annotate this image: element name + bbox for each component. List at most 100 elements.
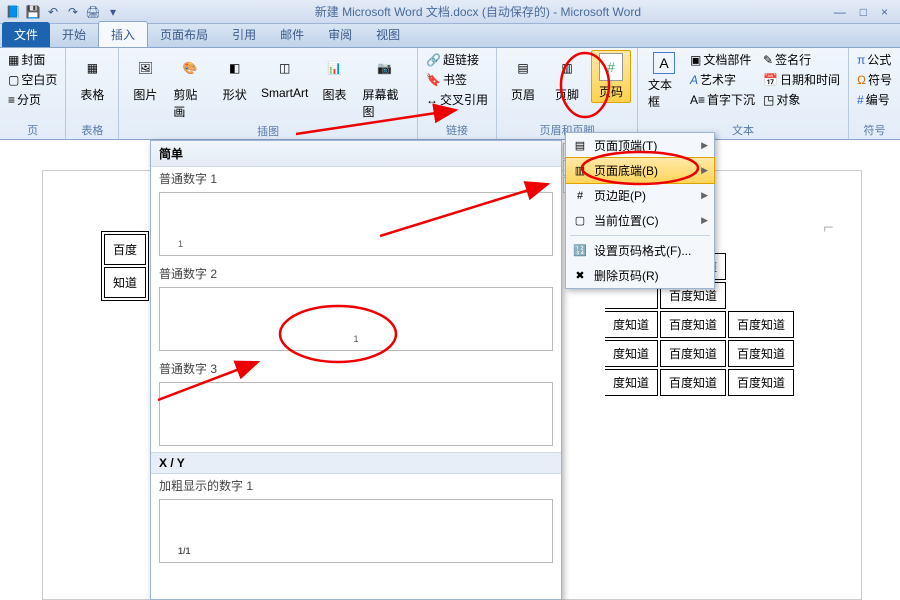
cell[interactable]: 百度知道	[728, 311, 794, 338]
submenu-arrow-icon: ▶	[701, 190, 708, 201]
tab-home[interactable]: 开始	[50, 22, 98, 47]
blank-page-button[interactable]: ▢空白页	[6, 70, 59, 89]
gallery-item-plain3[interactable]	[159, 382, 553, 446]
textbox-button[interactable]: A文本框	[644, 50, 684, 112]
gallery-item-bold1[interactable]: 1/1	[159, 499, 553, 563]
close-button[interactable]: ×	[881, 5, 888, 19]
shapes-icon: ◧	[219, 52, 251, 84]
page-number-gallery: ▲ ▼ ≡ 简单 普通数字 1 1 普通数字 2 1 普通数字 3 X / Y …	[150, 140, 562, 600]
tab-file[interactable]: 文件	[2, 22, 50, 47]
signature-button[interactable]: ✎签名行	[761, 50, 842, 69]
textbox-icon: A	[653, 52, 675, 74]
cell[interactable]: 百度知道	[660, 311, 726, 338]
cell[interactable]: 百度知道	[728, 340, 794, 367]
signature-icon: ✎	[763, 53, 773, 67]
ribbon-tabs: 文件 开始 插入 页面布局 引用 邮件 审阅 视图	[0, 24, 900, 48]
page-break-button[interactable]: ≡分页	[6, 90, 59, 109]
group-illustrations: 🖼图片 🎨剪贴画 ◧形状 ◫SmartArt 📊图表 📷屏幕截图 插图	[119, 48, 418, 139]
crossref-button[interactable]: ↔交叉引用	[424, 90, 490, 109]
cell[interactable]: 度知道	[605, 311, 658, 338]
picture-button[interactable]: 🖼图片	[125, 50, 165, 105]
cell[interactable]: 度知道	[605, 340, 658, 367]
tab-review[interactable]: 审阅	[316, 22, 364, 47]
gallery-section-xy: X / Y	[151, 452, 561, 474]
symbol-button[interactable]: Ω符号	[855, 70, 894, 89]
remove-icon: ✖	[572, 268, 588, 284]
undo-icon[interactable]: ↶	[44, 3, 62, 21]
clipart-button[interactable]: 🎨剪贴画	[169, 50, 210, 122]
smartart-button[interactable]: ◫SmartArt	[259, 50, 311, 102]
tab-references[interactable]: 引用	[220, 22, 268, 47]
screenshot-button[interactable]: 📷屏幕截图	[359, 50, 411, 122]
position-icon: ▢	[572, 213, 588, 229]
menu-current-position[interactable]: ▢当前位置(C)▶	[566, 208, 714, 233]
save-icon[interactable]: 💾	[24, 3, 42, 21]
menu-page-margins[interactable]: #页边距(P)▶	[566, 183, 714, 208]
datetime-button[interactable]: 📅日期和时间	[761, 70, 842, 89]
tab-layout[interactable]: 页面布局	[148, 22, 220, 47]
bookmark-button[interactable]: 🔖书签	[424, 70, 490, 89]
menu-top-of-page[interactable]: ▤页面顶端(T)▶	[566, 133, 714, 158]
doc-table-left[interactable]: 百度 知道	[101, 231, 149, 301]
calendar-icon: 📅	[763, 73, 778, 87]
word-icon: 📘	[4, 3, 22, 21]
object-button[interactable]: ◳对象	[761, 90, 842, 109]
gallery-item-plain1[interactable]: 1	[159, 192, 553, 256]
footer-icon: ▥	[551, 52, 583, 84]
pi-icon: π	[857, 53, 865, 67]
footer-button[interactable]: ▥页脚	[547, 50, 587, 105]
gallery-section-simple: 简单	[151, 141, 561, 167]
clipart-icon: 🎨	[174, 52, 206, 84]
number-button[interactable]: #编号	[855, 90, 894, 109]
minimize-button[interactable]: —	[834, 5, 846, 19]
cell[interactable]: 度知道	[605, 369, 658, 396]
submenu-arrow-icon: ▶	[701, 140, 708, 151]
qat-customize-icon[interactable]: ▾	[104, 3, 122, 21]
quick-access-toolbar: 📘 💾 ↶ ↷ 🖨 ▾	[4, 3, 122, 21]
tab-view[interactable]: 视图	[364, 22, 412, 47]
page-number-button[interactable]: #页码	[591, 50, 631, 103]
number-icon: #	[857, 93, 864, 107]
cell[interactable]: 知道	[104, 267, 146, 298]
shapes-button[interactable]: ◧形状	[215, 50, 255, 105]
format-icon: 🔢	[572, 243, 588, 259]
group-tables: ▦表格 表格	[66, 48, 119, 139]
page-number-menu: ▤页面顶端(T)▶ ▥页面底端(B)▶ #页边距(P)▶ ▢当前位置(C)▶ 🔢…	[565, 132, 715, 289]
dropcap-button[interactable]: A≡首字下沉	[688, 90, 757, 109]
tab-insert[interactable]: 插入	[98, 21, 148, 47]
page-corner-mark: ⌐	[823, 217, 834, 238]
table-button[interactable]: ▦表格	[72, 50, 112, 105]
print-icon[interactable]: 🖨	[84, 3, 102, 21]
chart-button[interactable]: 📊图表	[315, 50, 355, 105]
window-controls: — □ ×	[834, 5, 896, 19]
redo-icon[interactable]: ↷	[64, 3, 82, 21]
page-top-icon: ▤	[572, 138, 588, 154]
cell[interactable]: 百度知道	[660, 369, 726, 396]
tab-mailings[interactable]: 邮件	[268, 22, 316, 47]
chart-icon: 📊	[319, 52, 351, 84]
crossref-icon: ↔	[426, 93, 438, 107]
menu-format-page-numbers[interactable]: 🔢设置页码格式(F)...	[566, 238, 714, 263]
maximize-button[interactable]: □	[860, 5, 867, 19]
group-links: 🔗超链接 🔖书签 ↔交叉引用 链接	[418, 48, 497, 139]
omega-icon: Ω	[857, 73, 866, 87]
cell[interactable]: 百度知道	[728, 369, 794, 396]
margin-icon: #	[572, 188, 588, 204]
quickparts-button[interactable]: ▣文档部件	[688, 50, 757, 69]
equation-button[interactable]: π公式	[855, 50, 894, 69]
menu-bottom-of-page[interactable]: ▥页面底端(B)▶	[565, 157, 715, 184]
gallery-item-plain2[interactable]: 1	[159, 287, 553, 351]
cell[interactable]: 百度	[104, 234, 146, 265]
parts-icon: ▣	[690, 53, 701, 67]
picture-icon: 🖼	[129, 52, 161, 84]
wordart-button[interactable]: A艺术字	[688, 70, 757, 89]
cover-page-button[interactable]: ▦封面	[6, 50, 59, 69]
header-button[interactable]: ▤页眉	[503, 50, 543, 105]
ribbon: ▦封面 ▢空白页 ≡分页 页 ▦表格 表格 🖼图片 🎨剪贴画 ◧形状 ◫Smar…	[0, 48, 900, 140]
cell[interactable]: 百度知道	[660, 340, 726, 367]
smartart-icon: ◫	[269, 52, 301, 84]
menu-remove-page-numbers[interactable]: ✖删除页码(R)	[566, 263, 714, 288]
hyperlink-button[interactable]: 🔗超链接	[424, 50, 490, 69]
break-icon: ≡	[8, 93, 15, 107]
submenu-arrow-icon: ▶	[701, 215, 708, 226]
